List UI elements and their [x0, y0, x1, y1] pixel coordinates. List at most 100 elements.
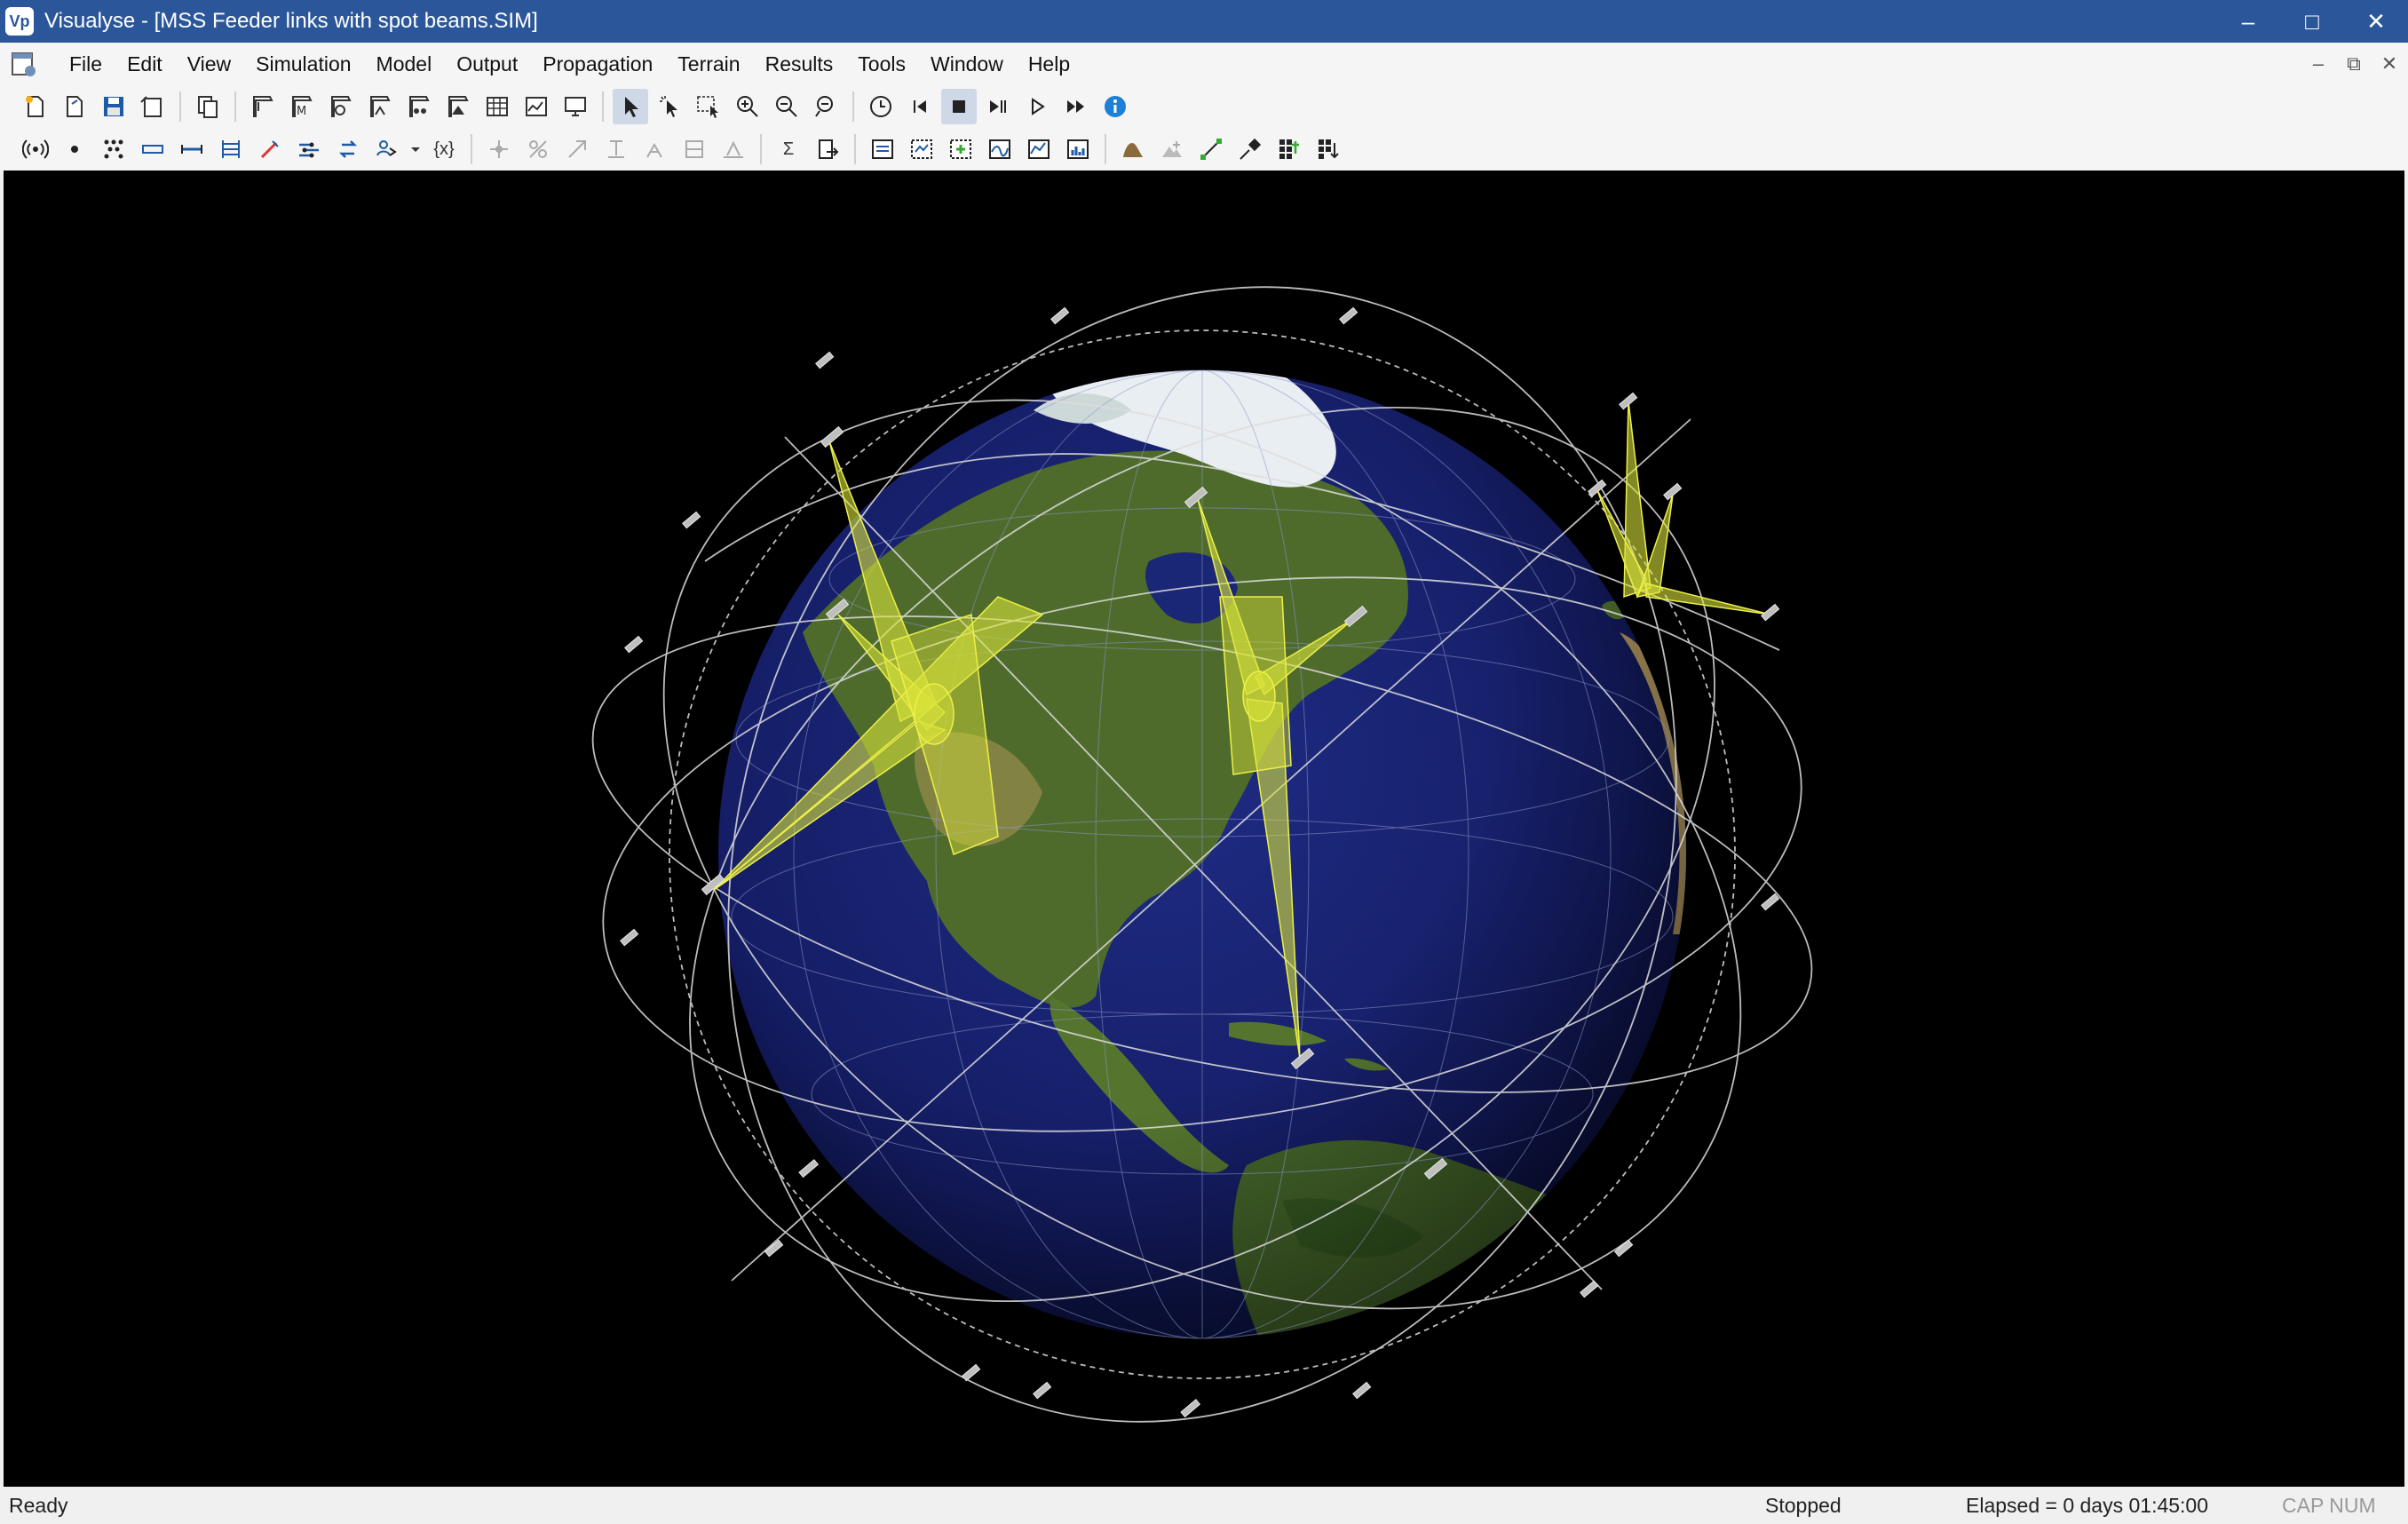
monitor-icon[interactable] — [558, 89, 593, 124]
menu-bar: File Edit View Simulation Model Output P… — [0, 43, 2408, 85]
satellite-icon[interactable] — [1232, 131, 1268, 167]
close-button[interactable]: ✕ — [2344, 0, 2408, 43]
menu-simulation[interactable]: Simulation — [243, 43, 363, 85]
select-icon[interactable] — [652, 89, 687, 124]
chart-5-icon[interactable] — [1021, 131, 1057, 167]
beam-icon[interactable] — [252, 131, 288, 167]
link-2-icon[interactable] — [174, 131, 210, 167]
stop-icon[interactable] — [941, 89, 977, 124]
tool-5-icon[interactable] — [638, 131, 673, 167]
copy-icon[interactable] — [190, 89, 226, 124]
dropdown-arrow-icon[interactable] — [408, 131, 423, 167]
pause-step-icon[interactable] — [980, 89, 1016, 124]
menu-help[interactable]: Help — [1016, 43, 1082, 85]
export-icon[interactable] — [810, 131, 845, 167]
station-icon[interactable] — [57, 131, 92, 167]
status-bar: Ready Stopped Elapsed = 0 days 01:45:00 … — [0, 1487, 2408, 1524]
keyboard-indicators: CAP NUM — [2282, 1494, 2376, 1517]
satellite-marker — [1761, 893, 1780, 911]
zoom-in-icon[interactable] — [730, 89, 765, 124]
window-title: Visualyse - [MSS Feeder links with spot … — [44, 9, 538, 33]
zoom-out-icon[interactable] — [769, 89, 804, 124]
child-restore-button[interactable]: ⧉ — [2341, 51, 2367, 77]
pointer-icon[interactable] — [613, 89, 648, 124]
graph-icon[interactable] — [519, 89, 554, 124]
grid-icon[interactable] — [1271, 131, 1307, 167]
tool-4-icon[interactable] — [598, 131, 634, 167]
tool-6-icon[interactable] — [677, 131, 712, 167]
chart-6-icon[interactable] — [1060, 131, 1096, 167]
sum-icon[interactable]: Σ — [771, 131, 806, 167]
tool-2-icon[interactable] — [520, 131, 556, 167]
title-bar: Vp Visualyse - [MSS Feeder links with sp… — [0, 0, 2408, 43]
globe-canvas[interactable] — [4, 171, 2404, 1487]
variables-label: {x} — [433, 139, 455, 159]
tool-7-icon[interactable] — [716, 131, 751, 167]
satellite-marker — [1352, 1381, 1372, 1400]
group-icon[interactable] — [369, 131, 405, 167]
child-minimize-button[interactable]: – — [2305, 51, 2332, 77]
network-icon[interactable] — [291, 131, 327, 167]
chart-2-icon[interactable] — [904, 131, 939, 167]
menu-terrain[interactable]: Terrain — [665, 43, 752, 85]
sum-label: Σ — [782, 139, 795, 159]
maximize-button[interactable]: □ — [2280, 0, 2344, 43]
zoom-box-icon[interactable] — [691, 89, 726, 124]
document-menu-icon[interactable] — [9, 48, 41, 80]
clock-icon[interactable] — [863, 89, 899, 124]
info-icon[interactable] — [1097, 89, 1133, 124]
menu-view[interactable]: View — [175, 43, 243, 85]
satellite-marker — [798, 1159, 820, 1179]
link-icon[interactable] — [135, 131, 170, 167]
app-logo-icon[interactable]: Vp — [5, 7, 34, 36]
step-back-icon[interactable] — [902, 89, 938, 124]
status-ready: Ready — [9, 1494, 68, 1517]
view-1-icon[interactable] — [245, 89, 281, 124]
menu-edit[interactable]: Edit — [115, 43, 175, 85]
ruler-icon[interactable] — [1311, 131, 1346, 167]
beam-cone — [1645, 583, 1771, 615]
constellation-icon[interactable] — [96, 131, 131, 167]
open-icon[interactable] — [57, 89, 92, 124]
satellite-marker — [1180, 1399, 1201, 1418]
menu-tools[interactable]: Tools — [845, 43, 918, 85]
menu-window[interactable]: Window — [918, 43, 1016, 85]
menu-model[interactable]: Model — [364, 43, 445, 85]
menu-output[interactable]: Output — [444, 43, 530, 85]
minimize-button[interactable]: – — [2216, 0, 2280, 43]
carrier-icon[interactable] — [213, 131, 249, 167]
toolbar-separator — [1105, 134, 1106, 164]
beam-footprint — [914, 683, 954, 745]
save-as-icon[interactable] — [135, 89, 170, 124]
view-6-icon[interactable] — [440, 89, 476, 124]
save-icon[interactable] — [96, 89, 131, 124]
tool-3-icon[interactable] — [559, 131, 595, 167]
fast-forward-icon[interactable] — [1058, 89, 1094, 124]
menu-propagation[interactable]: Propagation — [530, 43, 665, 85]
view-4-icon[interactable] — [362, 89, 398, 124]
menu-results[interactable]: Results — [753, 43, 846, 85]
svg-text:M: M — [297, 105, 306, 118]
new-icon[interactable] — [18, 89, 53, 124]
satellite-marker — [820, 425, 844, 448]
chart-3-icon[interactable] — [943, 131, 978, 167]
view-2-icon[interactable]: M — [284, 89, 320, 124]
measure-icon[interactable] — [1193, 131, 1229, 167]
tool-1-icon[interactable] — [481, 131, 517, 167]
menu-file[interactable]: File — [57, 43, 115, 85]
view-5-icon[interactable] — [401, 89, 437, 124]
chart-1-icon[interactable] — [865, 131, 900, 167]
chart-4-icon[interactable] — [982, 131, 1018, 167]
antenna-icon[interactable] — [18, 131, 53, 167]
play-icon[interactable] — [1019, 89, 1055, 124]
child-close-button[interactable]: ✕ — [2376, 51, 2403, 77]
swap-icon[interactable] — [330, 131, 366, 167]
table-icon[interactable] — [479, 89, 515, 124]
satellite-marker — [815, 351, 835, 369]
terrain-2-icon[interactable] — [1154, 131, 1190, 167]
terrain-icon[interactable] — [1115, 131, 1151, 167]
view-3-icon[interactable] — [323, 89, 359, 124]
globe-3d-view[interactable] — [4, 171, 2404, 1487]
zoom-fit-icon[interactable] — [808, 89, 844, 124]
variables-icon[interactable]: {x} — [426, 131, 462, 167]
